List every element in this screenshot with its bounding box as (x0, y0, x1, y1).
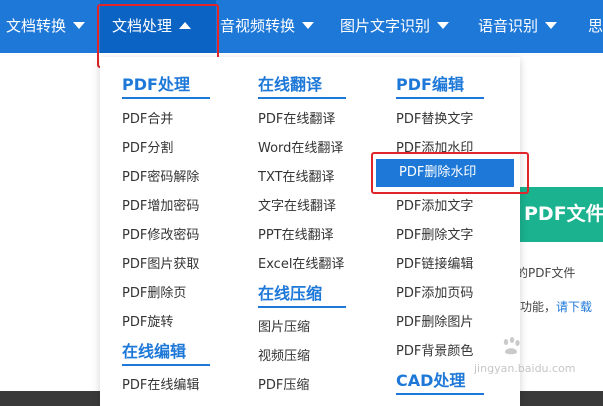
chevron-down-icon (302, 22, 315, 29)
chevron-down-icon (545, 22, 558, 29)
menu-item-pdf-translate[interactable]: PDF在线翻译 (258, 108, 335, 127)
section-underline (122, 364, 210, 366)
menu-item-image-compress[interactable]: 图片压缩 (258, 316, 310, 335)
nav-label: 文档转换 (6, 17, 67, 35)
nav-label: 语音识别 (478, 17, 539, 35)
section-underline (258, 306, 346, 308)
menu-item-pdf-add-password[interactable]: PDF增加密码 (122, 195, 199, 214)
menu-item-pdf-remove-watermark[interactable]: PDF删除水印 (376, 159, 514, 187)
menu-item-pdf-compress[interactable]: PDF压缩 (258, 374, 309, 393)
chevron-down-icon (73, 22, 86, 29)
section-title-pdf-process: PDF处理 (122, 75, 190, 94)
menu-item-text-translate[interactable]: 文字在线翻译 (258, 195, 336, 214)
menu-item-txt-translate[interactable]: TXT在线翻译 (258, 166, 335, 185)
nav-label: 思 (588, 17, 603, 35)
chevron-down-icon (437, 22, 450, 29)
section-title-online-compress: 在线压缩 (258, 284, 323, 303)
chevron-up-icon (179, 22, 192, 29)
top-nav-bar: 文档转换 文档处理 音视频转换 图片文字识别 语音识别 思 (0, 0, 603, 53)
menu-item-ppt-translate[interactable]: PPT在线翻译 (258, 224, 334, 243)
menu-item-pdf-delete-page[interactable]: PDF删除页 (122, 282, 186, 301)
menu-item-video-compress[interactable]: 视频压缩 (258, 345, 310, 364)
menu-item-pdf-add-page-numbers[interactable]: PDF添加页码 (396, 282, 473, 301)
section-title-pdf-edit: PDF编辑 (396, 75, 464, 94)
menu-item-pdf-add-watermark[interactable]: PDF添加水印 (396, 137, 473, 156)
menu-item-excel-translate[interactable]: Excel在线翻译 (258, 253, 344, 272)
nav-label: 图片文字识别 (340, 17, 431, 35)
nav-item-more[interactable]: 思 (588, 0, 603, 53)
download-link[interactable]: 请下载 (556, 300, 592, 314)
nav-label: 文档处理 (112, 17, 173, 35)
section-title-cad-process: CAD处理 (396, 371, 466, 390)
watermark-text: jingyan.baidu.com (474, 362, 576, 375)
section-title-online-translate: 在线翻译 (258, 75, 323, 94)
nav-item-speech[interactable]: 语音识别 (478, 0, 558, 53)
bg-line-2-prefix: 功能， (520, 300, 557, 314)
section-underline (396, 393, 484, 395)
menu-item-pdf-delete-text[interactable]: PDF删除文字 (396, 224, 473, 243)
nav-item-ocr[interactable]: 图片文字识别 (340, 0, 450, 53)
baidu-paw-icon (503, 337, 520, 355)
nav-item-doc-process[interactable]: 文档处理 (112, 0, 192, 53)
bg-line-1: 的PDF文件 (516, 266, 576, 280)
section-underline (396, 97, 484, 99)
menu-item-pdf-background-color[interactable]: PDF背景颜色 (396, 340, 473, 359)
section-title-online-edit: 在线编辑 (122, 342, 187, 361)
menu-item-pdf-replace-text[interactable]: PDF替换文字 (396, 108, 473, 127)
menu-item-pdf-add-text[interactable]: PDF添加文字 (396, 195, 473, 214)
bg-line-2: 功能，请下载 (520, 298, 592, 315)
menu-item-word-translate[interactable]: Word在线翻译 (258, 137, 343, 156)
menu-item-pdf-edit-links[interactable]: PDF链接编辑 (396, 253, 473, 272)
section-underline (258, 97, 346, 99)
doc-process-dropdown: PDF处理 PDF合并 PDF分割 PDF密码解除 PDF增加密码 PDF修改密… (100, 57, 520, 406)
nav-item-doc-convert[interactable]: 文档转换 (6, 0, 86, 53)
menu-item-pdf-change-password[interactable]: PDF修改密码 (122, 224, 199, 243)
menu-item-pdf-merge[interactable]: PDF合并 (122, 108, 173, 127)
section-underline (122, 97, 210, 99)
menu-item-pdf-unlock[interactable]: PDF密码解除 (122, 166, 199, 185)
nav-item-av-convert[interactable]: 音视频转换 (220, 0, 315, 53)
menu-item-pdf-extract-images[interactable]: PDF图片获取 (122, 253, 199, 272)
nav-label: 音视频转换 (220, 17, 296, 35)
menu-item-pdf-delete-images[interactable]: PDF删除图片 (396, 311, 473, 330)
hero-title: PDF文件 (524, 203, 603, 225)
menu-item-pdf-split[interactable]: PDF分割 (122, 137, 173, 156)
menu-item-pdf-rotate[interactable]: PDF旋转 (122, 311, 173, 330)
menu-item-pdf-online-edit[interactable]: PDF在线编辑 (122, 374, 199, 393)
hero-banner: PDF文件 (520, 187, 603, 242)
